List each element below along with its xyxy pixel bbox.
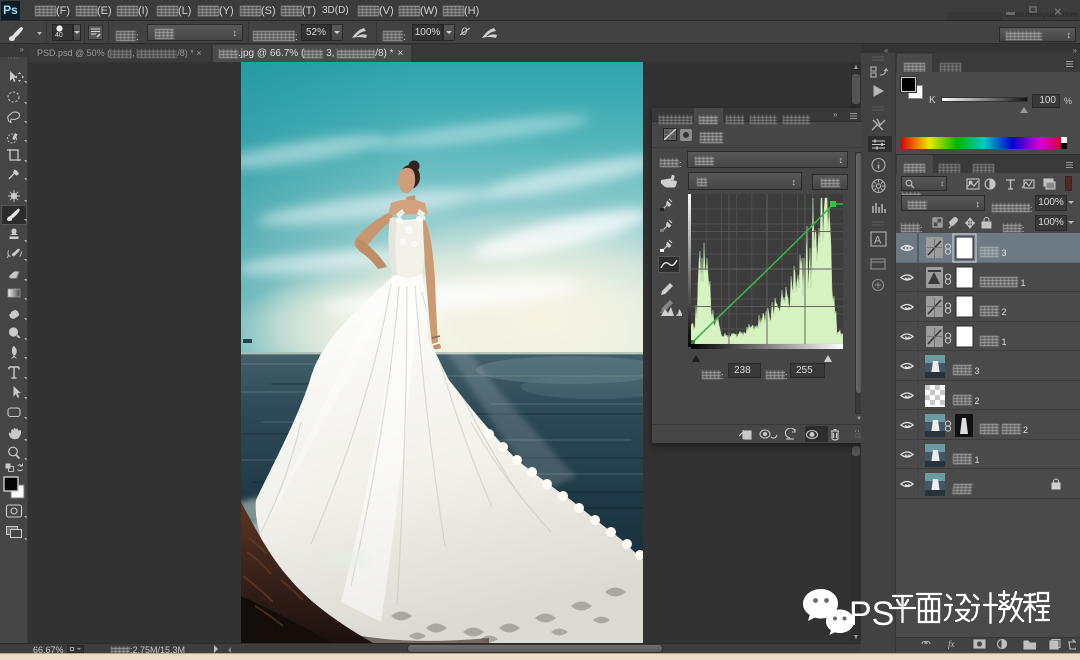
svg-text:!: ! (677, 311, 679, 318)
svg-text:PS: PS (849, 595, 894, 633)
svg-text:A: A (874, 235, 882, 247)
svg-text:fx: fx (948, 639, 955, 649)
